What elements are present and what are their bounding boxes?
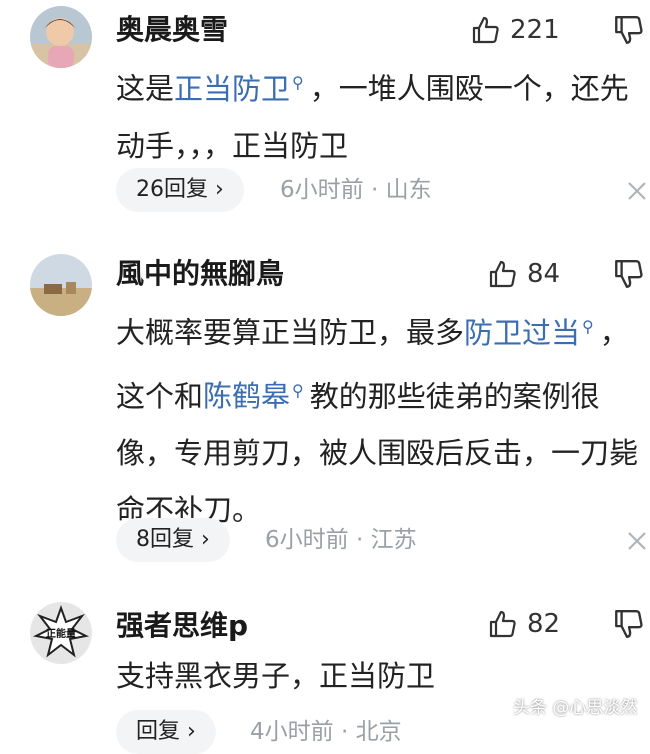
username[interactable]: 奥晨奥雪 <box>116 12 228 48</box>
comment-item: 風中的無腳鳥 84 大概率要算正当防卫，最多防卫过当 ⚲ ，这个和陈鹤皋 ⚲ 教的那些徒… <box>0 240 650 580</box>
avatar-badge-text: 正能量 <box>46 627 76 640</box>
close-icon[interactable] <box>626 180 648 202</box>
username[interactable]: 强者思维p <box>116 608 248 644</box>
avatar[interactable] <box>30 254 92 316</box>
thumbs-up-icon <box>489 260 516 288</box>
chevron-right-icon: › <box>187 719 196 744</box>
search-link[interactable]: 正当防卫 ⚲ <box>174 72 310 106</box>
close-icon[interactable] <box>626 530 648 552</box>
username[interactable]: 風中的無腳鳥 <box>116 256 284 292</box>
avatar[interactable] <box>30 6 92 68</box>
thumbs-up-icon <box>472 16 499 44</box>
comment-text: 这是正当防卫 ⚲ ，一堆人围殴一个，还先动手，，，正当防卫 <box>116 71 629 163</box>
search-link[interactable]: 陈鹤皋 ⚲ <box>203 379 310 413</box>
like-button[interactable]: 82 <box>487 606 560 642</box>
like-count: 84 <box>527 259 561 289</box>
comment-text: 大概率要算正当防卫，最多防卫过当 ⚲ ，这个和陈鹤皋 ⚲ 教的那些徒弟的案例很像，专用剪… <box>116 315 639 528</box>
comment-item: 奥晨奥雪 221 这是正当防卫 ⚲ ，一堆人围殴一个，还先动手，，，正当防卫 26回… <box>0 0 650 230</box>
search-link[interactable]: 防卫过当 ⚲ <box>464 316 600 350</box>
thumbs-down-icon[interactable] <box>612 14 644 46</box>
replies-button[interactable]: 回复 › <box>116 710 216 754</box>
thumbs-down-icon[interactable] <box>612 608 644 640</box>
chevron-right-icon: › <box>215 177 224 202</box>
search-link-icon: ⚲ <box>582 317 594 336</box>
comment-meta: 4小时前 · 北京 <box>250 719 402 745</box>
thumbs-down-icon[interactable] <box>612 258 644 290</box>
comment-meta: 6小时前 · 江苏 <box>265 527 417 553</box>
watermark: 头条 @心思淡然 <box>513 698 638 718</box>
search-link-icon: ⚲ <box>292 380 304 400</box>
search-link-icon: ⚲ <box>292 73 304 92</box>
like-count: 82 <box>527 609 561 639</box>
chevron-right-icon: › <box>201 527 210 552</box>
like-count: 221 <box>510 15 560 45</box>
like-button[interactable]: 221 <box>470 12 560 48</box>
replies-button[interactable]: 26回复 › <box>116 168 244 212</box>
thumbs-up-icon <box>489 610 516 638</box>
replies-button[interactable]: 8回复 › <box>116 518 230 562</box>
avatar[interactable]: 正能量 <box>30 602 92 664</box>
like-button[interactable]: 84 <box>487 256 560 292</box>
comment-meta: 6小时前 · 山东 <box>280 177 432 203</box>
